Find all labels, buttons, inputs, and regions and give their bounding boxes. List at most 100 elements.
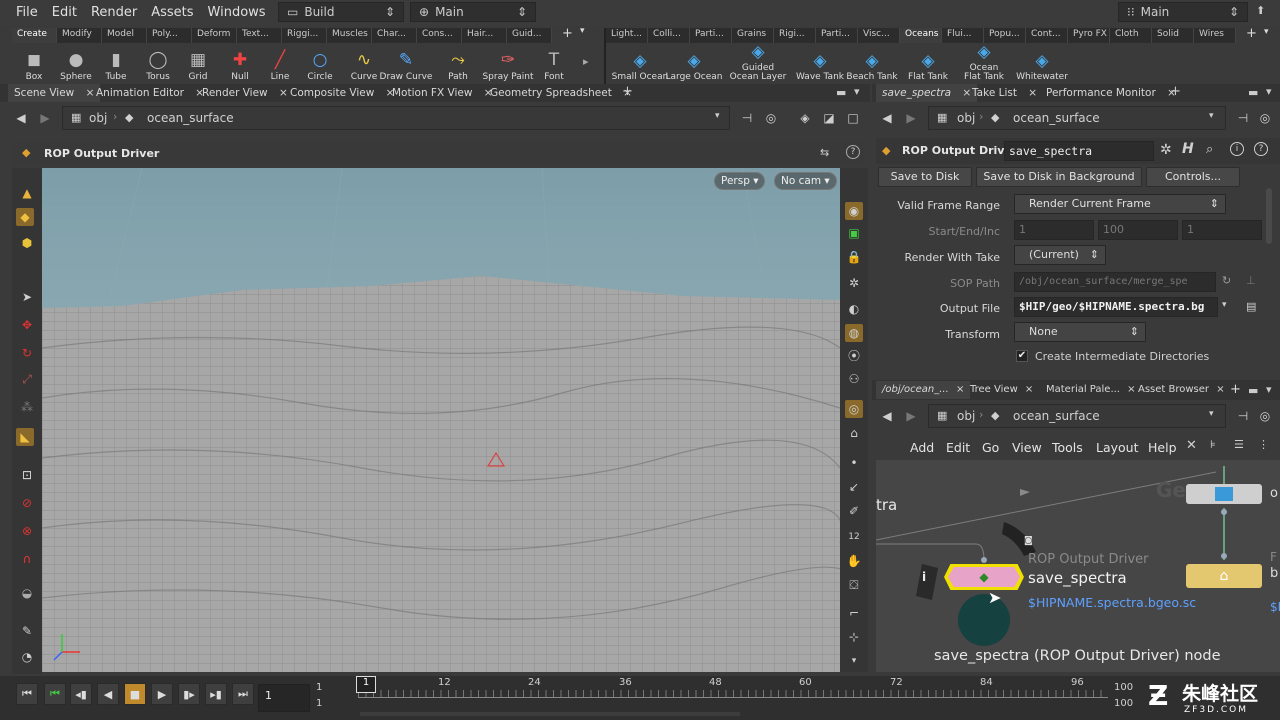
tab-performance-monitor[interactable]: Performance Monitor ×: [1040, 84, 1182, 102]
handle-icon[interactable]: ⁂: [18, 398, 36, 416]
shelf-tab-modify[interactable]: Modify: [57, 28, 102, 43]
maximize-icon[interactable]: □: [844, 109, 862, 127]
path-dropdown-icon[interactable]: ▾: [1209, 409, 1214, 419]
tool-wave-tank[interactable]: ◈ Wave Tank: [792, 44, 848, 82]
sop-path-field[interactable]: /obj/ocean_surface/merge_spe: [1014, 272, 1216, 292]
pen-icon[interactable]: ✐: [845, 502, 863, 520]
path-dropdown-icon[interactable]: ▾: [1209, 111, 1214, 121]
back-arrow-icon[interactable]: ◀: [12, 109, 30, 127]
global-end-field[interactable]: 100: [1114, 698, 1133, 709]
path-tool[interactable]: ⤳ Path: [438, 44, 478, 82]
menu-assets[interactable]: Assets: [144, 0, 200, 26]
network-menu-tools[interactable]: Tools: [1052, 440, 1083, 455]
dot-icon[interactable]: •: [845, 454, 863, 472]
transform-select[interactable]: None ⇕: [1014, 322, 1146, 342]
close-tab-icon[interactable]: ×: [1022, 384, 1033, 395]
param-scrollbar[interactable]: [1266, 188, 1272, 244]
pane-menu-icon[interactable]: ▬: [1248, 86, 1258, 99]
viewport-layout-icon[interactable]: ⇆: [820, 146, 829, 159]
search-icon[interactable]: ⌕: [1206, 142, 1213, 157]
back-arrow-icon[interactable]: ◀: [878, 109, 896, 127]
scene-icon[interactable]: ⛋: [845, 576, 863, 594]
tab-take-list[interactable]: Take List ×: [966, 84, 1043, 102]
node-info-icon[interactable]: i: [922, 570, 926, 584]
shelf-tab-cont[interactable]: Cont...: [1026, 28, 1068, 43]
shelf-tab-light[interactable]: Light...: [606, 28, 648, 43]
save-to-disk-background-button[interactable]: Save to Disk in Background: [976, 167, 1142, 187]
tool-small-ocean[interactable]: ◈ Small Ocean: [612, 44, 669, 82]
add-tab-icon[interactable]: +: [622, 84, 633, 99]
list-icon[interactable]: ☰: [1234, 438, 1244, 451]
current-frame-field[interactable]: 1: [258, 684, 310, 712]
network-menu-go[interactable]: Go: [982, 440, 999, 455]
link-icon[interactable]: ◎: [1256, 407, 1274, 425]
scene-viewport[interactable]: Persp ▾ No cam ▾: [42, 168, 840, 672]
tool-large-ocean[interactable]: ◈ Large Ocean: [666, 44, 723, 82]
ghost-icon[interactable]: ⌂: [845, 424, 863, 442]
forward-arrow-icon[interactable]: ▶: [36, 109, 54, 127]
network-menu-add[interactable]: Add: [910, 440, 934, 455]
magnet-icon[interactable]: ∩: [18, 550, 36, 568]
tab-asset-browser[interactable]: Asset Browser ×: [1132, 381, 1231, 399]
menu-edit[interactable]: Edit: [45, 0, 84, 26]
pane-expand-icon[interactable]: ▾: [854, 85, 860, 98]
more-icon[interactable]: ⋮: [1258, 438, 1269, 451]
range-end-field[interactable]: 100: [1114, 682, 1133, 693]
jump-end-button[interactable]: ⏭: [232, 683, 254, 705]
shelf-tab-pyro-fx[interactable]: Pyro FX: [1068, 28, 1110, 43]
sphere-tool[interactable]: ● Sphere: [56, 44, 96, 82]
shelf-tab-cons[interactable]: Cons...: [417, 28, 462, 43]
desktop-build-dropdown[interactable]: ▭ Build ⇕: [278, 2, 404, 22]
add-shelf-icon[interactable]: +: [562, 26, 573, 41]
rotate-icon[interactable]: ↻: [18, 344, 36, 362]
measure-icon[interactable]: ↙: [845, 478, 863, 496]
light-icon[interactable]: ✲: [845, 274, 863, 292]
save-to-disk-button[interactable]: Save to Disk: [878, 167, 972, 187]
rop-node-body[interactable]: ◆: [948, 567, 1020, 587]
global-start-field[interactable]: 1: [316, 698, 322, 709]
bulb-icon[interactable]: ◍: [845, 324, 863, 342]
shelf-tab-parti[interactable]: Parti...: [690, 28, 732, 43]
node-chooser-icon[interactable]: ⊥: [1246, 274, 1256, 287]
shelf-tab-rigi[interactable]: Rigi...: [774, 28, 816, 43]
null-tool[interactable]: ✚ Null: [220, 44, 260, 82]
spray-paint-tool[interactable]: ✑ Spray Paint: [478, 44, 538, 82]
lock-icon[interactable]: 🔒: [845, 248, 863, 266]
create-dirs-checkbox[interactable]: ✔: [1016, 350, 1028, 362]
menu-windows[interactable]: Windows: [201, 0, 273, 26]
shelf-tab-poly[interactable]: Poly...: [147, 28, 192, 43]
shelf-tab-popu[interactable]: Popu...: [984, 28, 1026, 43]
shelf-tab-cloth[interactable]: Cloth: [1110, 28, 1152, 43]
jump-start-button[interactable]: ⏮: [16, 683, 38, 705]
menu-file[interactable]: File: [9, 0, 45, 26]
tools-icon[interactable]: ✕: [1186, 438, 1197, 453]
file-chooser-icon[interactable]: ▤: [1246, 300, 1256, 313]
shelf-tab-parti[interactable]: Parti...: [816, 28, 858, 43]
shelf-tab-guid[interactable]: Guid...: [507, 28, 552, 43]
jump-icon[interactable]: ↻: [1222, 274, 1231, 287]
help-icon[interactable]: ?: [846, 145, 860, 159]
snapshot-icon[interactable]: ◈: [796, 109, 814, 127]
pane-menu-icon[interactable]: ▬: [836, 86, 846, 99]
user-icon[interactable]: ⚇: [845, 370, 863, 388]
tool-flat-tank[interactable]: ◈ Flat Tank: [900, 44, 956, 82]
move-icon[interactable]: ✥: [18, 316, 36, 334]
network-menu-layout[interactable]: Layout: [1096, 440, 1139, 455]
link-icon[interactable]: ◎: [1256, 109, 1274, 127]
network-path-bar[interactable]: ▦ obj › ◆ ocean_surface ▾: [928, 404, 1226, 428]
ocean-node[interactable]: [1186, 484, 1262, 504]
path-obj[interactable]: obj: [89, 111, 107, 125]
camera-menu[interactable]: No cam ▾: [774, 172, 837, 190]
inc-field[interactable]: 1: [1182, 220, 1262, 240]
snap-grid-icon[interactable]: ⊗: [18, 522, 36, 540]
torus-tool[interactable]: ◯ Torus: [138, 44, 178, 82]
prev-key-button[interactable]: ◂▮: [70, 683, 92, 705]
viewer-path-bar[interactable]: ▦ obj › ◆ ocean_surface ▾: [62, 106, 730, 130]
shelf-tab-muscles[interactable]: Muscles: [327, 28, 372, 43]
network-menu-edit[interactable]: Edit: [946, 440, 970, 455]
shelf-tab-deform[interactable]: Deform: [192, 28, 237, 43]
play-button[interactable]: ▶: [151, 683, 173, 705]
pin-icon[interactable]: ⊣: [1234, 407, 1252, 425]
tool-beach-tank[interactable]: ◈ Beach Tank: [844, 44, 900, 82]
shelf-tab-solid[interactable]: Solid: [1152, 28, 1194, 43]
